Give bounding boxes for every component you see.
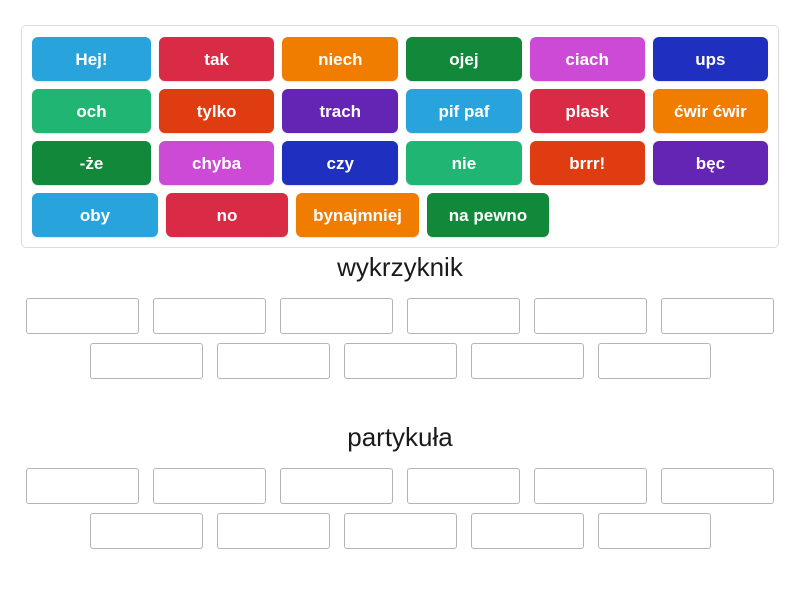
category-title: partykuła bbox=[347, 422, 453, 452]
drop-slot[interactable] bbox=[407, 297, 520, 334]
word-tile[interactable]: bęc bbox=[652, 141, 768, 185]
word-tile[interactable]: oby bbox=[32, 193, 158, 237]
slot-row bbox=[0, 467, 800, 504]
word-tile[interactable]: na pewno bbox=[427, 193, 549, 237]
drop-slot[interactable] bbox=[153, 297, 266, 334]
category-title: wykrzyknik bbox=[337, 252, 463, 282]
drop-slot[interactable] bbox=[280, 297, 393, 334]
tile-row: oby no bynajmniej na pewno bbox=[28, 189, 772, 241]
word-tile[interactable]: czy bbox=[282, 141, 399, 185]
word-tile[interactable]: Hej! bbox=[32, 37, 151, 81]
slot-container bbox=[0, 467, 800, 549]
word-tile[interactable]: pif paf bbox=[406, 89, 522, 133]
drop-slot[interactable] bbox=[153, 467, 266, 504]
drop-slot[interactable] bbox=[216, 342, 330, 379]
word-tile[interactable]: plask bbox=[529, 89, 645, 133]
word-tile[interactable]: ciach bbox=[529, 37, 645, 81]
drop-slot[interactable] bbox=[280, 467, 393, 504]
word-bank-panel: Hej! tak niech ojej ciach ups och tylko trach pif… bbox=[21, 25, 779, 248]
word-tile[interactable]: chyba bbox=[158, 141, 275, 185]
drop-slot[interactable] bbox=[597, 342, 711, 379]
word-tile[interactable]: tak bbox=[158, 37, 275, 81]
word-tile[interactable]: no bbox=[166, 193, 288, 237]
slot-row bbox=[0, 297, 800, 334]
tile-row: och tylko trach pif paf plask ćwir ćwir bbox=[28, 85, 772, 137]
word-tile[interactable]: trach bbox=[282, 89, 399, 133]
drop-slot[interactable] bbox=[26, 297, 139, 334]
drop-slot[interactable] bbox=[343, 512, 457, 549]
drop-slot[interactable] bbox=[216, 512, 330, 549]
drop-slot[interactable] bbox=[534, 467, 647, 504]
word-tile[interactable]: ćwir ćwir bbox=[652, 89, 768, 133]
drop-slot[interactable] bbox=[343, 342, 457, 379]
category-partykula: partykuła bbox=[0, 423, 800, 558]
drop-slot[interactable] bbox=[89, 342, 203, 379]
word-tile[interactable]: brrr! bbox=[529, 141, 645, 185]
word-tile[interactable]: bynajmniej bbox=[296, 193, 419, 237]
drop-slot[interactable] bbox=[89, 512, 203, 549]
word-tile[interactable]: tylko bbox=[158, 89, 275, 133]
word-tile[interactable]: niech bbox=[282, 37, 399, 81]
drop-slot[interactable] bbox=[534, 297, 647, 334]
slot-container bbox=[0, 297, 800, 379]
tile-row: -że chyba czy nie brrr! bęc bbox=[28, 137, 772, 189]
drop-slot[interactable] bbox=[597, 512, 711, 549]
drop-slot[interactable] bbox=[470, 342, 584, 379]
activity-page: Hej! tak niech ojej ciach ups och tylko trach pif… bbox=[0, 0, 800, 600]
tile-row: Hej! tak niech ojej ciach ups bbox=[28, 33, 772, 85]
drop-slot[interactable] bbox=[661, 467, 774, 504]
drop-slot[interactable] bbox=[661, 297, 774, 334]
slot-row bbox=[0, 512, 800, 549]
word-tile[interactable]: ups bbox=[652, 37, 768, 81]
drop-slot[interactable] bbox=[26, 467, 139, 504]
word-tile[interactable]: -że bbox=[32, 141, 151, 185]
word-tile[interactable]: nie bbox=[406, 141, 522, 185]
category-wykrzyknik: wykrzyknik bbox=[0, 253, 800, 388]
drop-slot[interactable] bbox=[470, 512, 584, 549]
slot-row bbox=[0, 342, 800, 379]
word-tile[interactable]: ojej bbox=[406, 37, 522, 81]
word-tile[interactable]: och bbox=[32, 89, 151, 133]
drop-slot[interactable] bbox=[407, 467, 520, 504]
